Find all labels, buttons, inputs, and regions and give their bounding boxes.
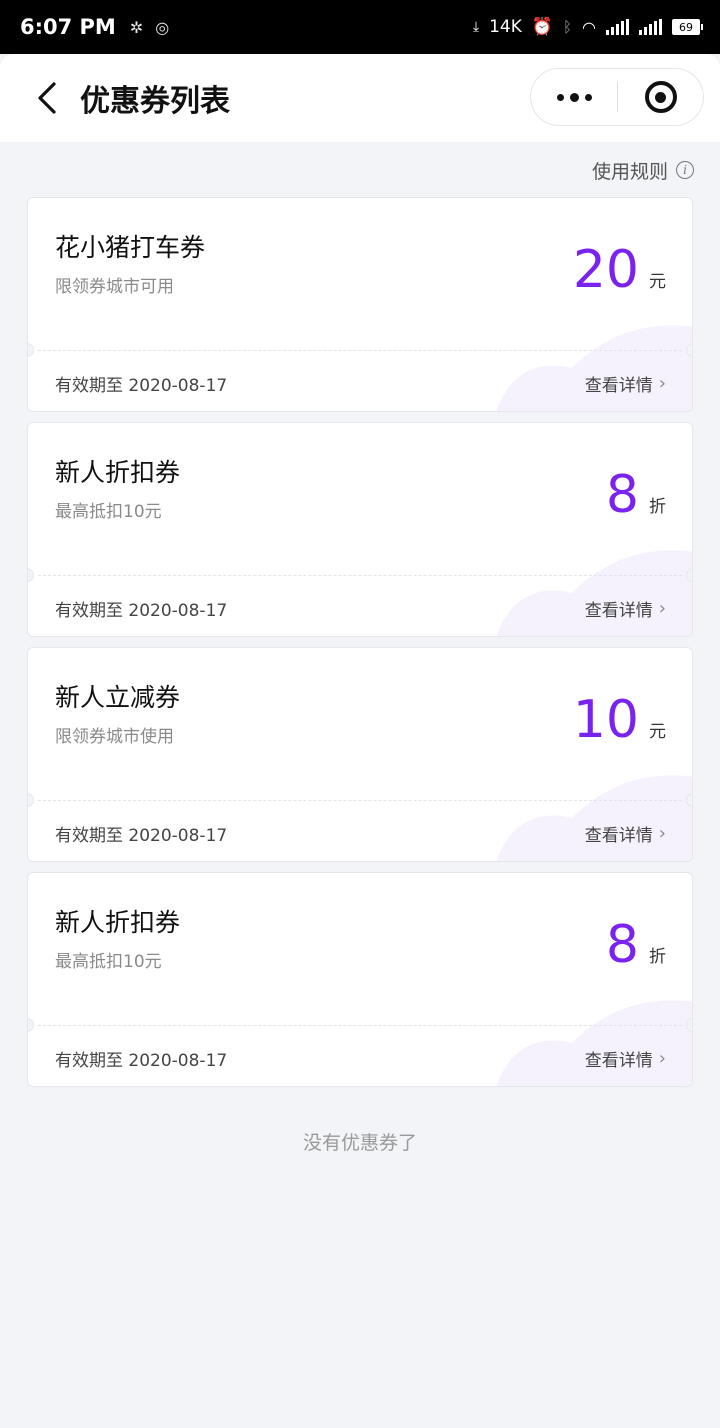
coupon-card[interactable]: 花小猪打车券 限领券城市可用 20 元 有效期至 2020-08-17 查看详情… [27, 197, 693, 412]
coupon-unit: 折 [649, 497, 666, 517]
signal-icon [606, 19, 629, 35]
coupon-unit: 折 [649, 947, 666, 967]
status-bar: 6:07 PM ✲ ◎ ⤓ 14K ⏰ ᛒ ◠ 69 [0, 0, 720, 54]
view-details-label: 查看详情 [584, 601, 653, 621]
battery-icon: 69 [672, 19, 703, 35]
coupon-name: 新人折扣券 [55, 908, 181, 937]
page-title: 优惠券列表 [80, 84, 230, 119]
status-time: 6:07 PM [20, 15, 116, 39]
coupon-expiry: 有效期至 2020-08-17 [55, 601, 228, 621]
coupon-amount: 8 折 [606, 919, 666, 971]
coupon-amount: 8 折 [606, 469, 666, 521]
view-details-link[interactable]: 查看详情 › [585, 596, 666, 621]
wifi-icon: ◠ [582, 17, 596, 37]
coupon-unit: 元 [649, 272, 666, 292]
coupon-amount: 20 元 [573, 244, 666, 296]
signal-2-icon [639, 19, 662, 35]
chevron-right-icon: › [658, 823, 666, 844]
net-speed: 14K [489, 17, 522, 37]
close-miniprogram-button[interactable] [618, 69, 703, 125]
coupon-desc: 最高抵扣10元 [55, 502, 162, 522]
coupon-value: 8 [605, 915, 639, 975]
more-dots-icon [556, 93, 564, 101]
carrier-icon: ✲ [129, 17, 144, 37]
coupon-name: 花小猪打车券 [55, 233, 206, 262]
miniprogram-capsule [530, 68, 704, 126]
coupon-value: 8 [605, 465, 639, 525]
chevron-right-icon: › [658, 373, 666, 394]
end-of-list-note: 没有优惠券了 [302, 1132, 417, 1154]
more-button[interactable] [531, 69, 617, 125]
view-details-link[interactable]: 查看详情 › [585, 1046, 666, 1071]
coupon-expiry: 有效期至 2020-08-17 [55, 826, 228, 846]
coupon-expiry: 有效期至 2020-08-17 [55, 376, 228, 396]
usage-rules-link[interactable]: 使用规则 i [592, 156, 694, 184]
bluetooth-icon: ᛒ [563, 18, 573, 36]
coupon-value: 10 [572, 690, 639, 750]
chevron-right-icon: › [658, 598, 666, 619]
carrier-logo-icon: ◎ [155, 17, 170, 37]
coupon-name: 新人折扣券 [55, 458, 181, 487]
usage-rules-label: 使用规则 [591, 160, 668, 183]
coupon-amount: 10 元 [573, 694, 666, 746]
coupon-card[interactable]: 新人折扣券 最高抵扣10元 8 折 有效期至 2020-08-17 查看详情 › [27, 422, 693, 637]
coupon-card[interactable]: 新人立减券 限领券城市使用 10 元 有效期至 2020-08-17 查看详情 … [27, 647, 693, 862]
coupon-expiry: 有效期至 2020-08-17 [55, 1051, 228, 1071]
coupon-desc: 限领券城市使用 [55, 727, 174, 747]
target-icon [644, 81, 677, 113]
view-details-link[interactable]: 查看详情 › [585, 371, 666, 396]
view-details-label: 查看详情 [584, 826, 653, 846]
chevron-right-icon: › [658, 1048, 666, 1069]
view-details-label: 查看详情 [584, 1051, 653, 1071]
chevron-left-icon [38, 82, 56, 114]
alarm-icon: ⏰ [531, 17, 554, 37]
coupon-value: 20 [572, 240, 639, 300]
download-icon: ⤓ [472, 19, 480, 35]
coupon-name: 新人立减券 [55, 683, 181, 712]
coupon-unit: 元 [649, 722, 666, 742]
view-details-label: 查看详情 [584, 376, 653, 396]
view-details-link[interactable]: 查看详情 › [585, 821, 666, 846]
coupon-list: 花小猪打车券 限领券城市可用 20 元 有效期至 2020-08-17 查看详情… [27, 197, 693, 1097]
back-button[interactable] [18, 68, 78, 128]
coupon-desc: 限领券城市可用 [55, 277, 174, 297]
coupon-desc: 最高抵扣10元 [55, 952, 162, 972]
coupon-card[interactable]: 新人折扣券 最高抵扣10元 8 折 有效期至 2020-08-17 查看详情 › [27, 872, 693, 1087]
nav-header: 优惠券列表 [0, 54, 720, 142]
info-icon: i [676, 161, 694, 179]
